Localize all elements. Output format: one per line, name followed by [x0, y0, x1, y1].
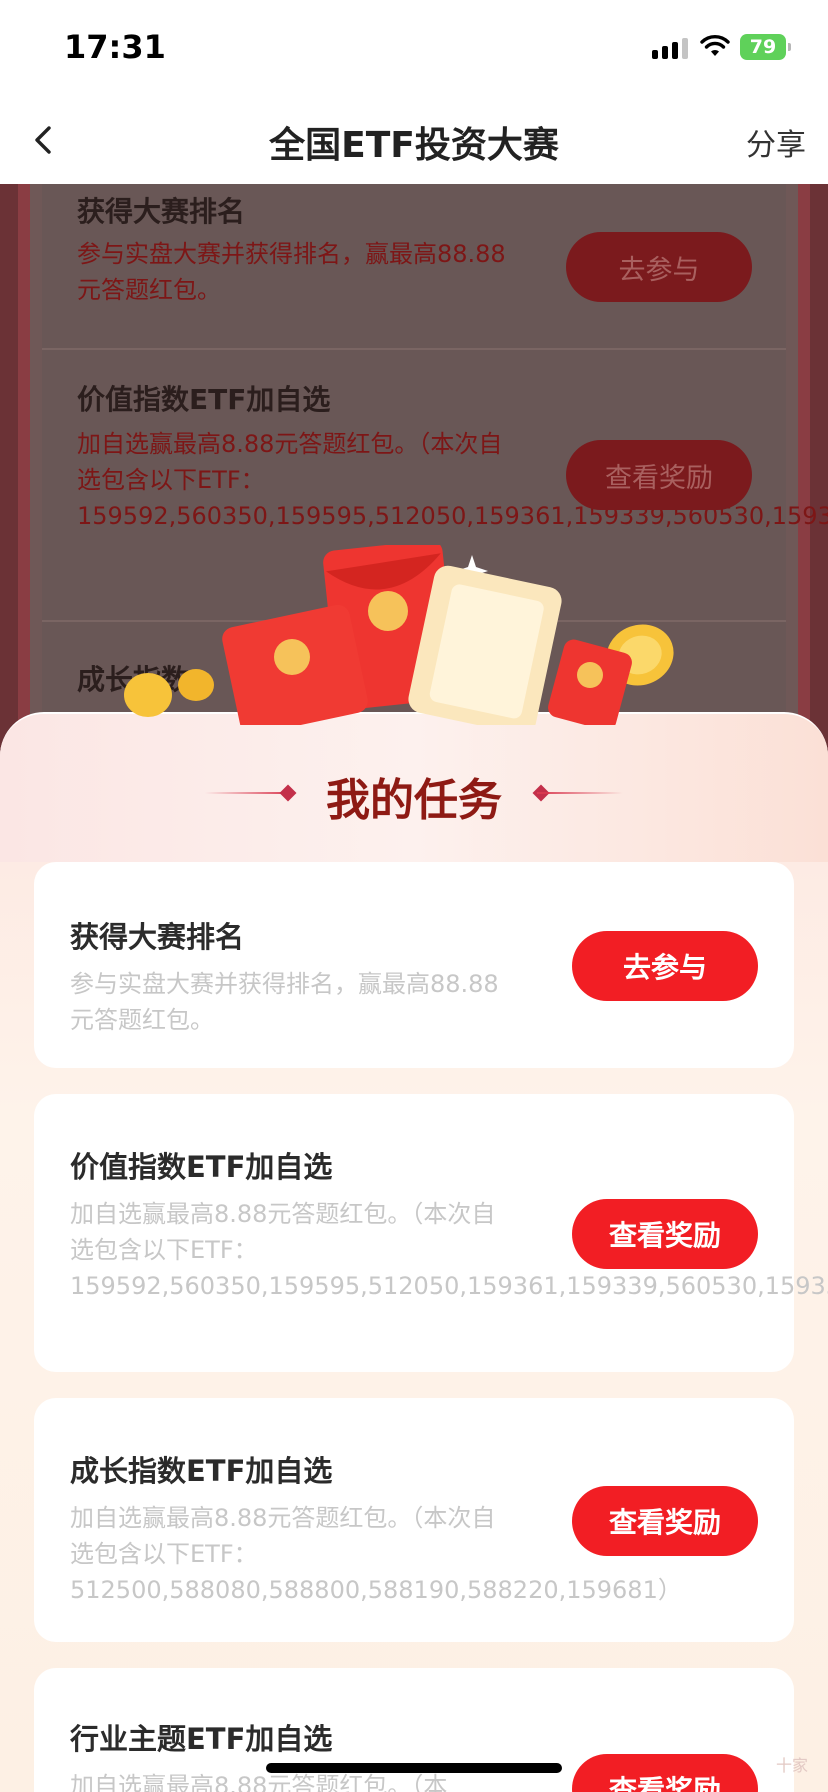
- task-title: 获得大赛排名: [70, 920, 245, 954]
- title-decoration-line: [537, 792, 623, 794]
- task-title: 价值指数ETF加自选: [70, 1150, 333, 1184]
- page-title: 全国ETF投资大赛: [269, 125, 559, 166]
- nav-bar: 全国ETF投资大赛 分享: [0, 96, 828, 184]
- task-desc: 加自选赢最高8.88元答题红包。（本次自选包含以下ETF：159592,5603…: [70, 1200, 828, 1300]
- watermark: 十家: [775, 1756, 808, 1775]
- wifi-icon: [700, 35, 730, 56]
- task-card: 行业主题ETF加自选 加自选赢最高8.88元答题红包。（本 查看奖励: [34, 1668, 794, 1792]
- bg-task-card: 获得大赛排名 参与实盘大赛并获得排名，赢最高88.88元答题红包。 去参与: [42, 184, 786, 350]
- cellular-signal-icon: [652, 38, 688, 59]
- task-card: 价值指数ETF加自选 加自选赢最高8.88元答题红包。（本次自选包含以下ETF：…: [34, 1094, 828, 1372]
- bg-task-desc: 参与实盘大赛并获得排名，赢最高88.88元答题红包。: [77, 240, 506, 304]
- battery-icon: 79: [740, 34, 791, 60]
- task-desc: 加自选赢最高8.88元答题红包。（本次自选包含以下ETF：512500,5880…: [70, 1504, 682, 1604]
- red-packet-illustration: [124, 545, 674, 725]
- status-bar: 17:31 79: [0, 0, 828, 96]
- bg-join-button: 去参与: [566, 232, 752, 302]
- join-button[interactable]: 去参与: [572, 931, 758, 1001]
- bg-task-desc: 加自选赢最高8.88元答题红包。（本次自选包含以下ETF：159592,5603…: [77, 430, 828, 530]
- task-title: 成长指数ETF加自选: [70, 1454, 333, 1488]
- gold-coin-icon: [124, 669, 214, 717]
- sheet-title: 我的任务: [326, 775, 502, 826]
- task-card: 获得大赛排名 参与实盘大赛并获得排名，赢最高88.88元答题红包。 去参与: [34, 862, 794, 1068]
- task-desc: 参与实盘大赛并获得排名，赢最高88.88元答题红包。: [70, 970, 499, 1034]
- sheet-header: 我的任务: [0, 714, 828, 862]
- task-card: 成长指数ETF加自选 加自选赢最高8.88元答题红包。（本次自选包含以下ETF：…: [34, 1398, 794, 1642]
- home-indicator[interactable]: [266, 1763, 562, 1773]
- task-title: 行业主题ETF加自选: [70, 1722, 333, 1756]
- bg-task-title: 价值指数ETF加自选: [77, 383, 331, 416]
- bg-task-title: 获得大赛排名: [77, 195, 246, 228]
- view-reward-button[interactable]: 查看奖励: [572, 1486, 758, 1556]
- share-button[interactable]: 分享: [746, 120, 806, 164]
- view-reward-button[interactable]: 查看奖励: [572, 1754, 758, 1792]
- bg-view-reward-button: 查看奖励: [566, 440, 752, 510]
- task-sheet: 我的任务 获得大赛排名 参与实盘大赛并获得排名，赢最高88.88元答题红包。 去…: [0, 712, 828, 1792]
- red-envelope-icon: [222, 604, 368, 725]
- battery-level: 79: [749, 36, 777, 58]
- status-time: 17:31: [64, 28, 166, 66]
- view-reward-button[interactable]: 查看奖励: [572, 1199, 758, 1269]
